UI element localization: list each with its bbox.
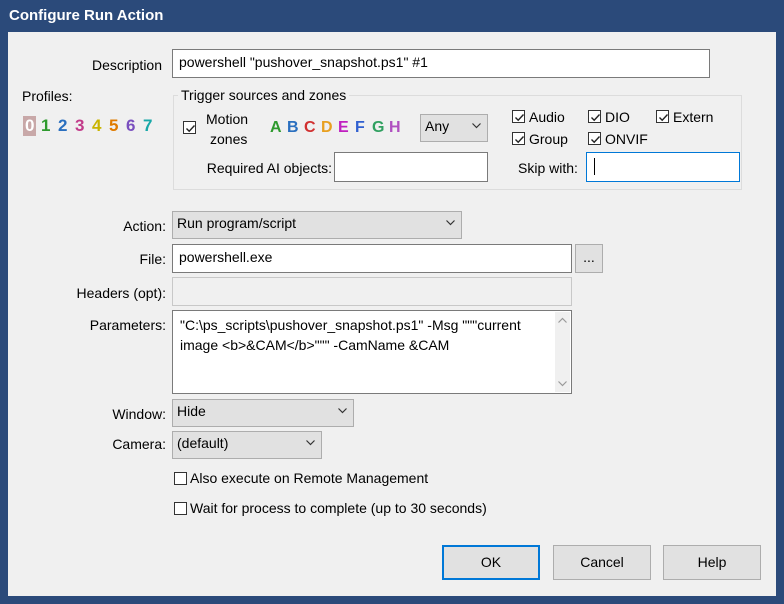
wait-process-checkbox[interactable] (174, 502, 187, 515)
headers-input[interactable] (172, 277, 572, 306)
zone-mode-value: Any (425, 118, 450, 134)
file-label: File: (139, 251, 166, 267)
dialog-client: Description powershell "pushover_snapsho… (8, 32, 776, 596)
extern-label: Extern (673, 109, 714, 125)
extern-checkbox[interactable] (656, 110, 669, 123)
profile-3[interactable]: 3 (75, 116, 84, 136)
profiles-selector: 01234567 (23, 116, 164, 138)
zone-a[interactable]: A (270, 119, 282, 137)
zone-d[interactable]: D (321, 119, 333, 137)
camera-select[interactable]: (default) (172, 431, 322, 459)
required-ai-input[interactable] (334, 152, 488, 182)
skip-with-label: Skip with: (518, 160, 578, 176)
zone-e[interactable]: E (338, 119, 349, 137)
window-mode-label: Window: (112, 406, 166, 422)
audio-label: Audio (529, 109, 565, 125)
parameters-label: Parameters: (89, 317, 166, 333)
chevron-down-icon[interactable] (558, 381, 567, 387)
motion-zones-checkbox[interactable] (183, 121, 196, 134)
profile-1[interactable]: 1 (41, 116, 50, 136)
motion-label-line1: Motion (206, 111, 249, 127)
cancel-button[interactable]: Cancel (553, 545, 651, 580)
headers-label: Headers (opt): (76, 285, 166, 301)
group-checkbox[interactable] (512, 132, 525, 145)
zone-f[interactable]: F (355, 119, 365, 137)
profile-4[interactable]: 4 (92, 116, 101, 136)
camera-value: (default) (177, 435, 229, 451)
parameters-scrollbar[interactable] (555, 312, 570, 392)
motion-zones-selector[interactable]: ABCDEFGH (270, 119, 410, 141)
action-value: Run program/script (177, 215, 297, 231)
wait-process-label: Wait for process to complete (up to 30 s… (190, 500, 487, 516)
chevron-up-icon[interactable] (558, 317, 567, 323)
window-mode-value: Hide (177, 403, 206, 419)
audio-checkbox[interactable] (512, 110, 525, 123)
skip-with-input[interactable] (586, 152, 740, 182)
description-input[interactable]: powershell "pushover_snapshot.ps1" #1 (172, 49, 710, 78)
profile-6[interactable]: 6 (126, 116, 135, 136)
window-title: Configure Run Action (9, 7, 164, 24)
group-label: Group (529, 131, 568, 147)
dio-checkbox[interactable] (588, 110, 601, 123)
onvif-label: ONVIF (605, 131, 648, 147)
action-label: Action: (123, 218, 166, 234)
zone-mode-select[interactable]: Any (420, 114, 488, 142)
text-caret (594, 158, 595, 175)
parameters-line-2: image <b>&CAM</b>""" -CamName &CAM (180, 337, 450, 353)
motion-label-line2: zones (210, 131, 248, 147)
chevron-down-icon (306, 440, 315, 446)
ok-button[interactable]: OK (442, 545, 540, 580)
zone-b[interactable]: B (287, 119, 299, 137)
description-label: Description (91, 57, 162, 73)
chevron-down-icon (472, 123, 481, 129)
parameters-textarea[interactable]: "C:\ps_scripts\pushover_snapshot.ps1" -M… (172, 310, 572, 394)
profile-5[interactable]: 5 (109, 116, 118, 136)
required-ai-label: Required AI objects: (206, 160, 332, 176)
profile-2[interactable]: 2 (58, 116, 67, 136)
profile-7[interactable]: 7 (143, 116, 152, 136)
parameters-line-1: "C:\ps_scripts\pushover_snapshot.ps1" -M… (180, 317, 521, 333)
help-button[interactable]: Help (663, 545, 761, 580)
camera-label: Camera: (112, 436, 166, 452)
window-mode-select[interactable]: Hide (172, 399, 354, 427)
remote-management-checkbox[interactable] (174, 472, 187, 485)
zone-g[interactable]: G (372, 119, 384, 137)
dio-label: DIO (605, 109, 630, 125)
dialog-window: Configure Run Action Description powersh… (0, 0, 784, 604)
browse-file-button[interactable]: ... (575, 244, 603, 273)
action-select[interactable]: Run program/script (172, 211, 462, 239)
zone-c[interactable]: C (304, 119, 316, 137)
remote-management-label: Also execute on Remote Management (190, 470, 429, 486)
file-input[interactable]: powershell.exe (172, 244, 572, 273)
profile-0[interactable]: 0 (23, 116, 37, 136)
trigger-group-title: Trigger sources and zones (178, 87, 350, 103)
onvif-checkbox[interactable] (588, 132, 601, 145)
chevron-down-icon (446, 220, 455, 226)
chevron-down-icon (338, 408, 347, 414)
zone-h[interactable]: H (389, 119, 401, 137)
profiles-label: Profiles: (22, 88, 73, 104)
